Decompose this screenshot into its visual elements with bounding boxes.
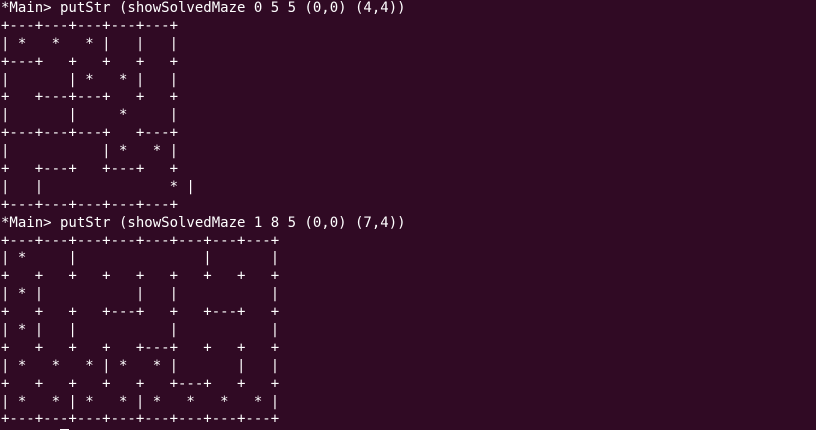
output-line: +---+---+---+---+---+: [1, 17, 179, 34]
terminal-output: *Main> putStr (showSolvedMaze 0 5 5 (0,0…: [1, 0, 406, 430]
output-line: + +---+---+ + +: [1, 89, 179, 106]
output-line: +---+---+---+ +---+: [1, 125, 179, 142]
terminal-window[interactable]: *Main> putStr (showSolvedMaze 0 5 5 (0,0…: [0, 0, 816, 430]
output-line: +---+---+---+---+---+---+---+---+: [1, 411, 280, 428]
output-line: + + + + + + + + +: [1, 268, 280, 285]
output-line: | * | | |: [1, 250, 280, 267]
output-line: | * | | | |: [1, 286, 280, 303]
output-line: + + + + +---+ + + +: [1, 339, 280, 356]
output-line: | | * * | |: [1, 71, 179, 88]
output-line: | * * * | | |: [1, 35, 179, 52]
output-line: + + + + + +---+ + +: [1, 375, 280, 392]
output-line: | * * | * * | * * * * |: [1, 393, 280, 410]
output-line: | | * |: [1, 107, 179, 124]
output-line: + +---+ +---+ +: [1, 161, 179, 178]
output-line: | * | | | |: [1, 322, 280, 339]
output-line: +---+---+---+---+---+---+---+---+: [1, 232, 280, 249]
command-line: *Main> putStr (showSolvedMaze 1 8 5 (0,0…: [1, 214, 406, 231]
output-line: +---+ + + + +: [1, 53, 179, 70]
output-line: | | * |: [1, 178, 195, 195]
output-line: + + + +---+ + +---+ +: [1, 304, 280, 321]
output-line: +---+---+---+---+---+: [1, 196, 179, 213]
output-line: | | * * |: [1, 143, 179, 160]
command-line: *Main> putStr (showSolvedMaze 0 5 5 (0,0…: [1, 0, 406, 16]
output-line: | * * * | * * | | |: [1, 357, 280, 374]
